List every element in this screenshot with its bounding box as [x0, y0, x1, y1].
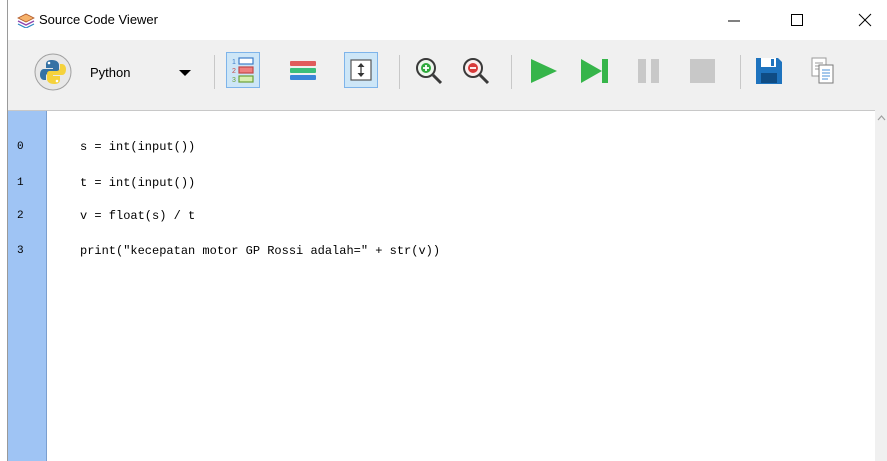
language-label[interactable]: Python: [90, 65, 130, 80]
python-language-icon[interactable]: [34, 53, 72, 91]
highlight-lines-icon: [290, 61, 316, 80]
save-icon: [756, 58, 782, 84]
line-number: 3: [17, 245, 24, 257]
source-code-viewer-window: Source Code Viewer Python 1 2 3 0 1 2 3 …: [7, 0, 887, 461]
code-editor[interactable]: 0 1 2 3 s = int(input()) t = int(input()…: [8, 110, 875, 461]
chevron-down-icon: [179, 70, 191, 76]
code-line[interactable]: print("kecepatan motor GP Rossi adalah="…: [80, 244, 440, 258]
fit-view-icon: [350, 59, 372, 81]
line-number: 2: [17, 210, 24, 222]
scroll-up-arrow-icon[interactable]: [875, 112, 887, 124]
minimize-icon: [728, 20, 740, 22]
stop-icon: [690, 59, 715, 83]
pause-button[interactable]: [632, 54, 666, 88]
close-button[interactable]: [842, 0, 887, 40]
language-dropdown-button[interactable]: [176, 62, 194, 82]
svg-text:1: 1: [232, 59, 236, 66]
line-number: 0: [17, 141, 24, 153]
step-button[interactable]: [578, 54, 612, 88]
toolbar: Python 1 2 3: [8, 40, 887, 110]
copy-button[interactable]: [806, 54, 840, 88]
minimize-button[interactable]: [711, 0, 757, 40]
highlight-lines-button[interactable]: [286, 53, 320, 87]
close-icon: [858, 13, 872, 27]
zoom-in-icon: [416, 58, 443, 85]
fit-view-toggle[interactable]: [344, 52, 378, 88]
zoom-in-button[interactable]: [413, 55, 445, 87]
run-button[interactable]: [526, 54, 560, 88]
step-icon: [581, 59, 608, 83]
line-number-gutter: 0 1 2 3: [8, 111, 47, 461]
line-numbers-icon: 1 2 3: [232, 57, 254, 84]
vertical-scrollbar[interactable]: [875, 110, 887, 461]
code-line[interactable]: v = float(s) / t: [80, 209, 195, 223]
svg-text:3: 3: [232, 77, 236, 84]
toolbar-separator: [511, 55, 512, 89]
line-number: 1: [17, 177, 24, 189]
zoom-out-icon: [463, 58, 490, 85]
maximize-icon: [791, 14, 803, 26]
copy-icon: [811, 57, 834, 84]
run-icon: [531, 59, 557, 83]
pause-icon: [638, 59, 659, 83]
svg-text:2: 2: [232, 68, 236, 75]
save-button[interactable]: [752, 54, 786, 88]
source-code-viewer-app-icon: [17, 13, 35, 28]
line-numbers-toggle[interactable]: 1 2 3: [226, 52, 260, 88]
toolbar-separator: [740, 55, 741, 89]
window-title: Source Code Viewer: [39, 12, 158, 27]
zoom-out-button[interactable]: [460, 55, 492, 87]
title-bar[interactable]: Source Code Viewer: [8, 0, 887, 40]
code-line[interactable]: s = int(input()): [80, 140, 195, 154]
stop-button[interactable]: [686, 54, 720, 88]
toolbar-separator: [214, 55, 215, 89]
toolbar-separator: [399, 55, 400, 89]
maximize-button[interactable]: [774, 0, 820, 40]
code-line[interactable]: t = int(input()): [80, 176, 195, 190]
